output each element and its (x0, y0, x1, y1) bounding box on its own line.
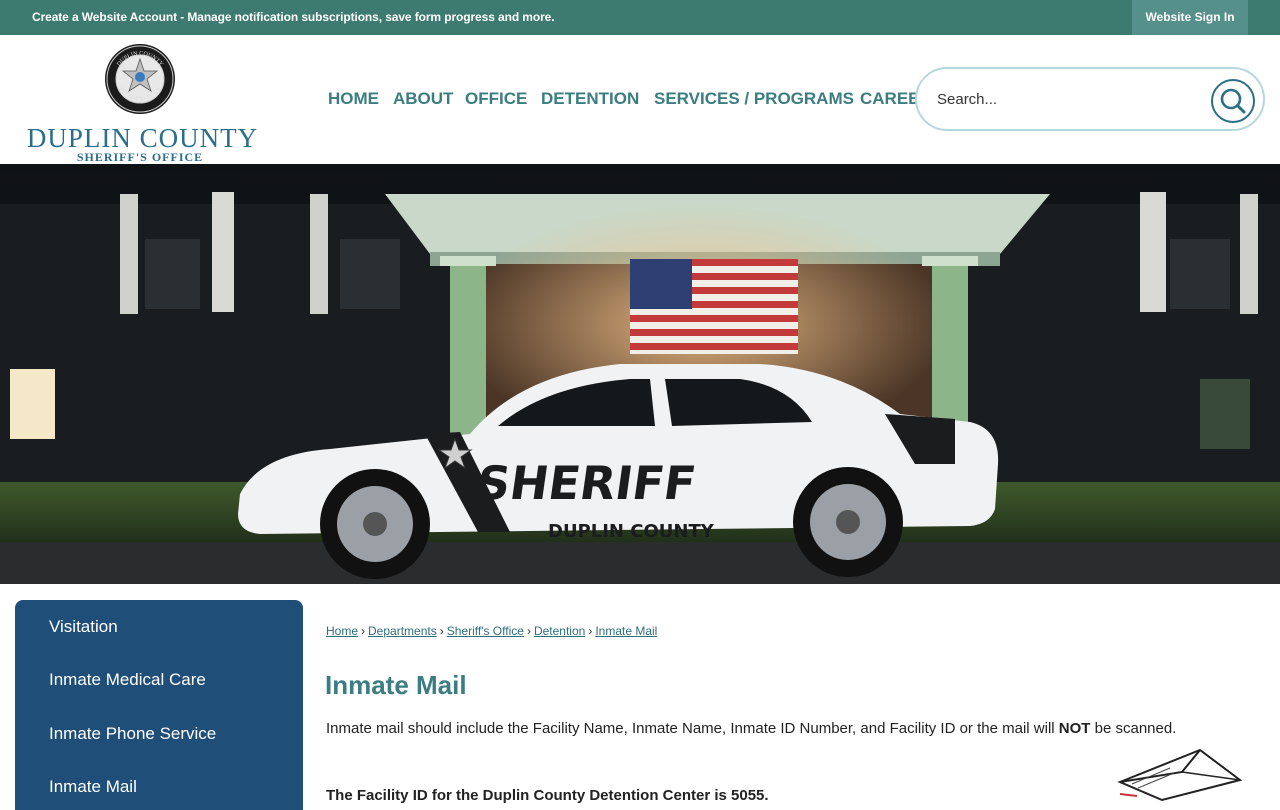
sidebar-item-inmate-phone-service[interactable]: Inmate Phone Service (49, 724, 216, 744)
breadcrumb-separator: › (526, 624, 531, 638)
breadcrumb-inmate-mail[interactable]: Inmate Mail (595, 624, 657, 638)
nav-services-programs[interactable]: SERVICES / PROGRAMS (654, 89, 854, 109)
mail-instructions-text: Inmate mail should include the Facility … (326, 720, 1059, 737)
sheriff-car-photo: SHERIFF DUPLIN COUNTY (0, 164, 1280, 584)
car-county-text: DUPLIN COUNTY (548, 521, 715, 542)
create-account-link[interactable]: Create a Website Account (32, 10, 177, 24)
search-icon (1220, 88, 1246, 114)
mail-instructions-text-end: be scanned. (1090, 720, 1177, 737)
logo-subtitle: SHERIFF'S OFFICE (76, 150, 204, 164)
facility-id-line: The Facility ID for the Duplin County De… (326, 787, 769, 804)
sidebar-item-visitation[interactable]: Visitation (49, 617, 118, 637)
site-header: DUPLIN COUNTY SHERIFF'S OFFICE DUPLIN CO… (0, 35, 1280, 164)
create-account-banner[interactable]: Create a Website Account - Manage notifi… (32, 10, 555, 24)
nav-home[interactable]: HOME (328, 89, 379, 109)
nav-office[interactable]: OFFICE (465, 89, 527, 109)
search-button[interactable] (1211, 79, 1255, 123)
search-input[interactable] (937, 91, 1197, 108)
top-bar: Create a Website Account - Manage notifi… (0, 0, 1280, 35)
breadcrumb-separator: › (361, 624, 366, 638)
create-account-description: - Manage notification subscriptions, sav… (176, 10, 555, 24)
breadcrumb-departments[interactable]: Departments (368, 624, 437, 638)
breadcrumb-separator: › (439, 624, 444, 638)
hero-image: SHERIFF DUPLIN COUNTY (0, 164, 1280, 584)
breadcrumb-detention[interactable]: Detention (534, 624, 585, 638)
search-box (915, 67, 1265, 131)
car-sheriff-text: SHERIFF (473, 456, 699, 510)
nav-detention[interactable]: DETENTION (541, 89, 639, 109)
breadcrumb: Home › Departments › Sheriff's Office › Detent… (326, 624, 657, 638)
sidebar-item-inmate-mail[interactable]: Inmate Mail (49, 777, 137, 797)
breadcrumb-home[interactable]: Home (326, 624, 358, 638)
nav-about[interactable]: ABOUT (393, 89, 453, 109)
detention-sidebar-nav: Visitation Inmate Medical Care Inmate Ph… (15, 600, 303, 810)
website-sign-in-button[interactable]: Website Sign In (1132, 0, 1248, 35)
sidebar-item-inmate-medical-care[interactable]: Inmate Medical Care (49, 670, 206, 690)
breadcrumb-sheriffs-office[interactable]: Sheriff's Office (447, 624, 524, 638)
envelope-icon (1117, 748, 1243, 802)
mail-instructions-emphasis: NOT (1058, 720, 1091, 737)
mail-instructions: Inmate mail should include the Facility … (326, 720, 1176, 737)
page-title: Inmate Mail (325, 670, 467, 700)
breadcrumb-separator: › (588, 624, 593, 638)
sheriff-seal-icon: DUPLIN COUNTY SHERIFF'S OFFICE (105, 44, 175, 114)
site-logo[interactable]: DUPLIN COUNTY SHERIFF'S OFFICE DUPLIN CO… (20, 43, 265, 164)
